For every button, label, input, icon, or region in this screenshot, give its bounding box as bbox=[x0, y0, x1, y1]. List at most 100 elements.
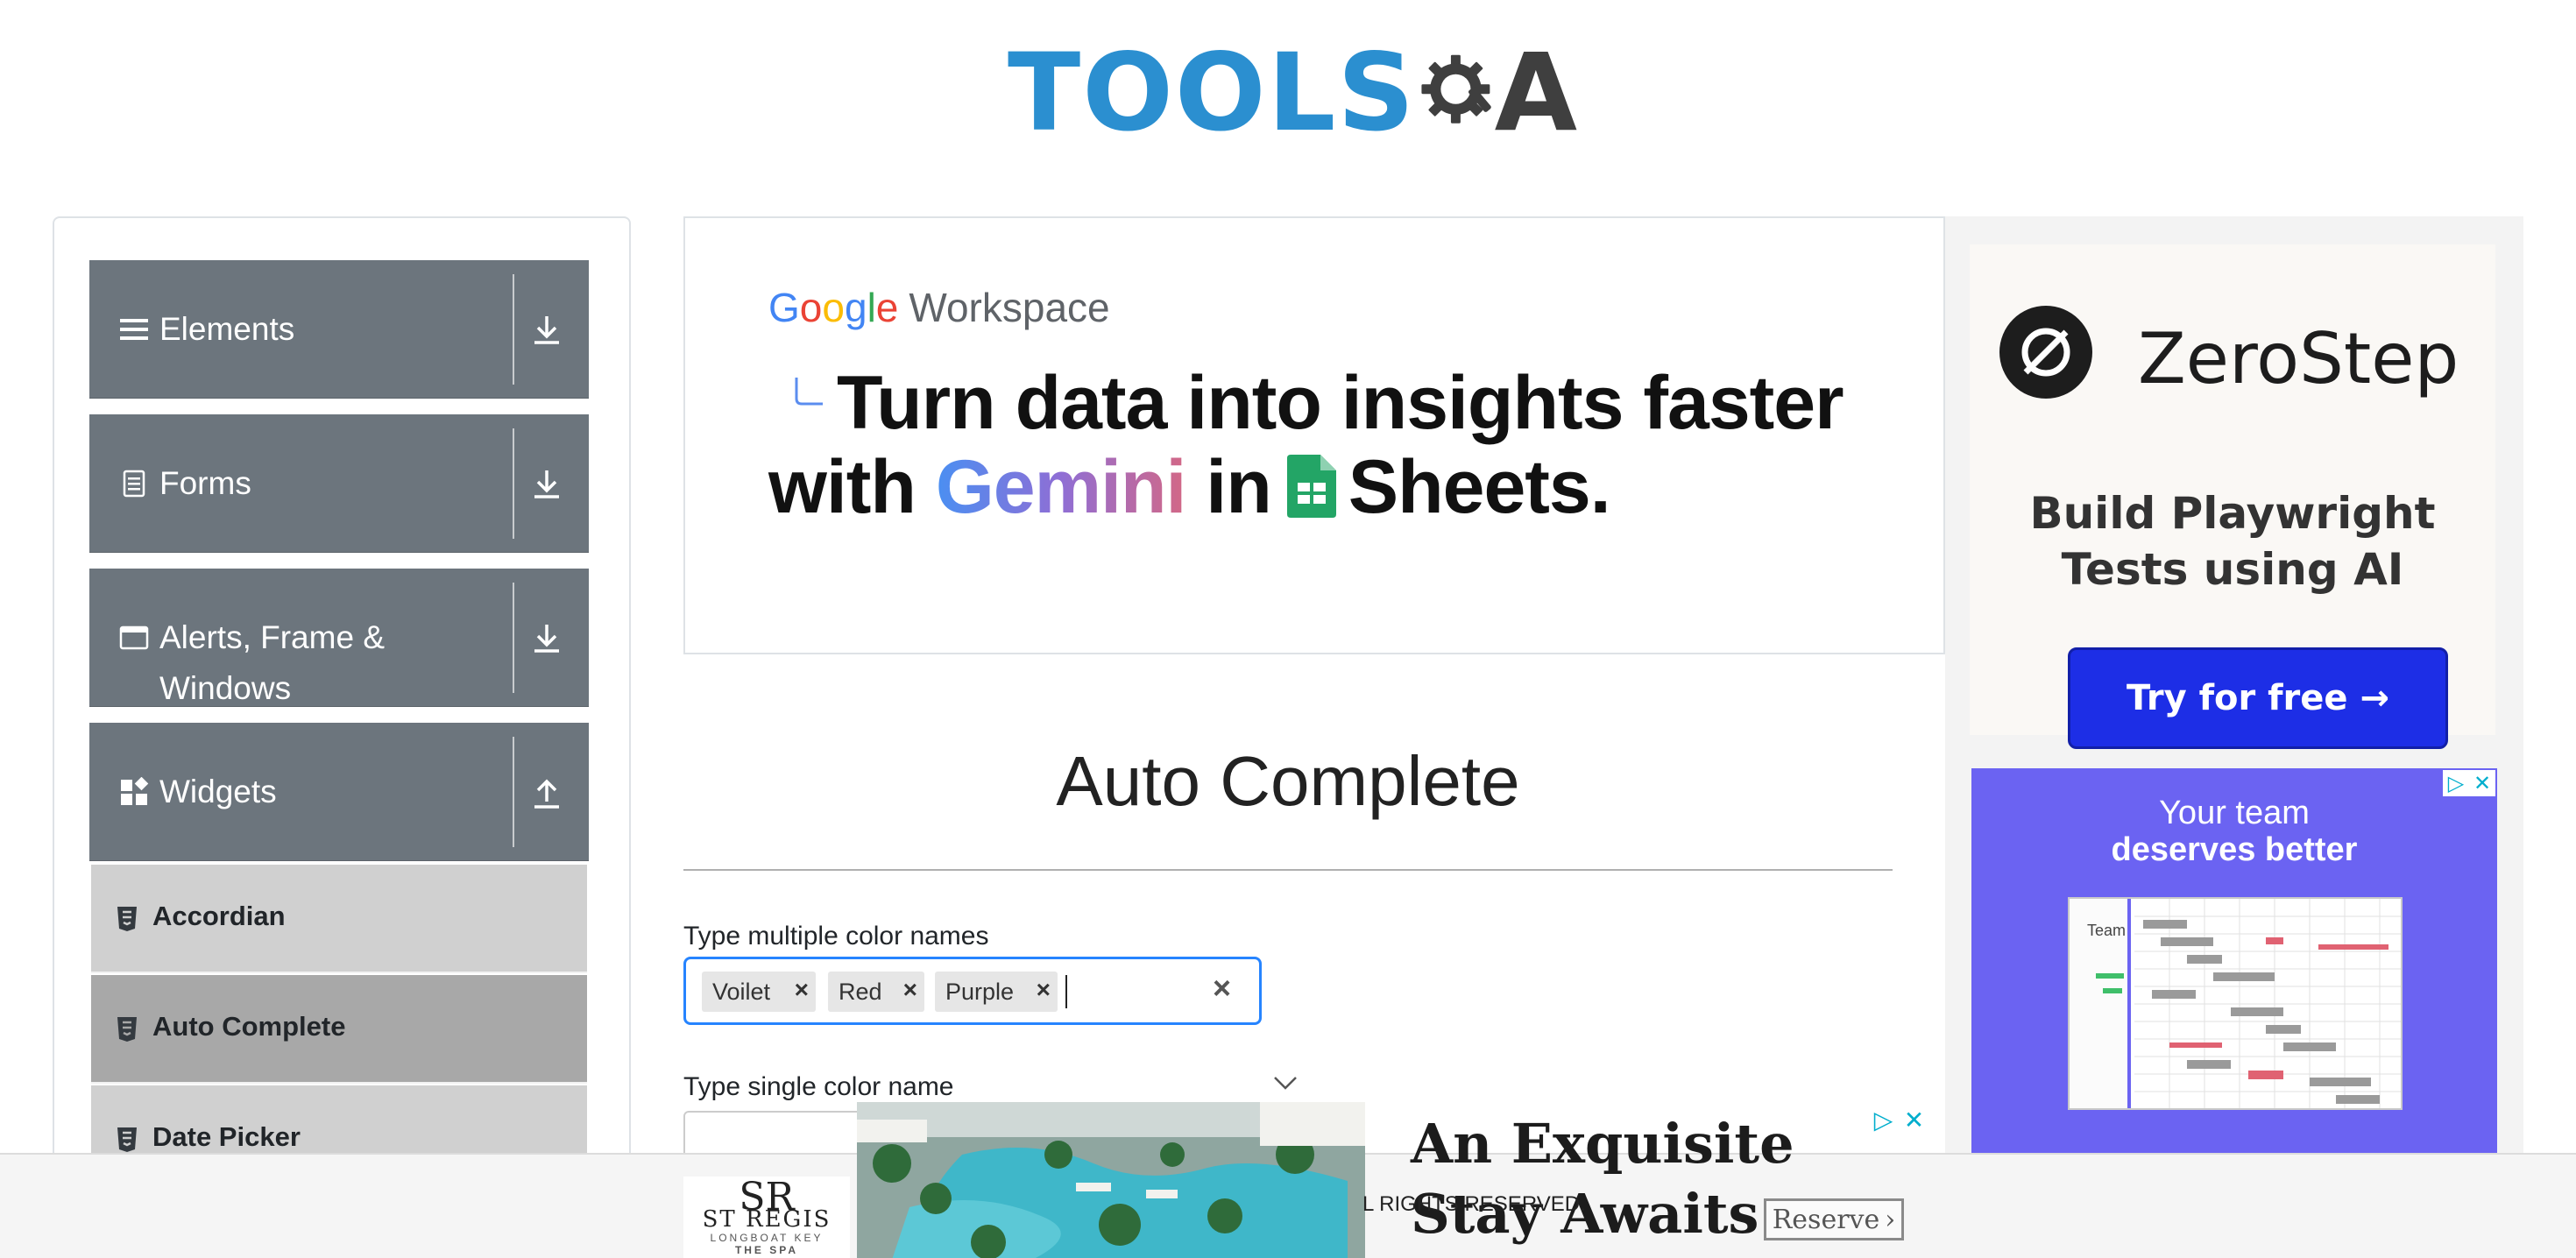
zerostep-tagline: Build Playwright Tests using AI bbox=[1970, 485, 2495, 597]
zerostep-ad[interactable]: ZeroStep Build Playwright Tests using AI… bbox=[1970, 244, 2495, 749]
color-chip: Red × bbox=[828, 972, 924, 1012]
chip-remove-icon[interactable]: × bbox=[903, 976, 917, 1004]
upload-arrow-icon[interactable] bbox=[526, 772, 568, 814]
chip-label: Red bbox=[839, 979, 882, 1005]
hamburger-icon bbox=[120, 319, 148, 340]
adchoices-play-icon[interactable]: ▷ bbox=[1868, 1104, 1899, 1135]
ad-headline: Turn data into insights faster with Gemi… bbox=[768, 361, 1844, 529]
sidebar-group-elements[interactable]: Elements bbox=[89, 260, 589, 399]
color-chip: Purple × bbox=[935, 972, 1058, 1012]
sidebar-group-label-line2: Windows bbox=[159, 670, 292, 706]
headline-line1: An Exquisite bbox=[1411, 1112, 1794, 1176]
headline-line1: Turn data into insights faster bbox=[837, 361, 1844, 445]
headline-in: in bbox=[1206, 445, 1271, 529]
html5-icon bbox=[117, 1017, 137, 1042]
gemini-text: Gemini bbox=[935, 445, 1187, 529]
reserve-button[interactable]: Reserve › bbox=[1764, 1198, 1904, 1240]
brand-letter: o bbox=[822, 285, 845, 330]
brand-letter: G bbox=[768, 285, 800, 330]
divider bbox=[513, 583, 514, 693]
adchoices[interactable]: ▷ ✕ bbox=[2443, 770, 2495, 796]
sidebar-group-label: Forms bbox=[159, 465, 251, 501]
divider bbox=[513, 274, 514, 385]
gear-magnifier-icon bbox=[1421, 54, 1492, 124]
headline-with: with bbox=[768, 445, 916, 529]
logo-suffix: A bbox=[1494, 30, 1577, 155]
st-regis-ad[interactable]: SR ST REGIS LONGBOAT KEY THE SPA An Exqu… bbox=[683, 1102, 1928, 1258]
bottom-banner-ad[interactable]: SR ST REGIS LONGBOAT KEY THE SPA An Exqu… bbox=[0, 1102, 2576, 1258]
color-chip: Voilet × bbox=[702, 972, 816, 1012]
chip-label: Purple bbox=[945, 979, 1015, 1005]
adchoices-play-icon[interactable]: ▷ bbox=[2443, 770, 2469, 796]
page-title: Auto Complete bbox=[1056, 742, 1520, 820]
sidebar-group-label: Elements bbox=[159, 311, 295, 347]
st-regis-spa: THE SPA bbox=[734, 1244, 799, 1256]
brand-letter: l bbox=[867, 285, 876, 330]
multi-color-label: Type multiple color names bbox=[683, 922, 989, 951]
chip-label: Voilet bbox=[712, 979, 771, 1005]
adchoices[interactable]: ▷ ✕ bbox=[1868, 1104, 1929, 1135]
mock-sidebar: Team bbox=[2070, 899, 2131, 1108]
chip-remove-icon[interactable]: × bbox=[795, 976, 809, 1004]
single-color-label: Type single color name bbox=[683, 1072, 954, 1101]
schedule-grid bbox=[2134, 899, 2401, 1108]
ad-close-icon[interactable]: ✕ bbox=[1899, 1104, 1929, 1135]
right-ad-column: ZeroStep Build Playwright Tests using AI… bbox=[1945, 216, 2523, 1258]
divider bbox=[683, 869, 1893, 871]
st-regis-location: LONGBOAT KEY bbox=[710, 1232, 824, 1244]
document-icon bbox=[123, 470, 145, 498]
team-ad-line2: deserves better bbox=[2111, 831, 2358, 868]
zerostep-name: ZeroStep bbox=[2138, 318, 2459, 399]
browser-window-icon bbox=[119, 625, 149, 650]
ad-close-icon[interactable]: ✕ bbox=[2469, 770, 2495, 796]
chevron-down-icon[interactable] bbox=[1272, 1074, 1299, 1092]
sidebar-group-widgets[interactable]: Widgets bbox=[89, 723, 589, 861]
tagline-line2: Tests using AI bbox=[2061, 544, 2404, 595]
multi-color-input[interactable]: Voilet × Red × Purple × × bbox=[683, 957, 1262, 1025]
google-workspace-ad[interactable]: Google Workspace Turn data into insights … bbox=[683, 216, 1945, 654]
team-ad-line1: Your team bbox=[2159, 795, 2310, 831]
google-sheets-icon bbox=[1286, 455, 1336, 518]
download-arrow-icon[interactable] bbox=[526, 618, 568, 660]
logo-text: TOOLS bbox=[1008, 30, 1417, 155]
widgets-icon bbox=[121, 777, 149, 805]
try-for-free-button[interactable]: Try for free → bbox=[2068, 647, 2448, 749]
workspace-label: Workspace bbox=[909, 285, 1110, 330]
sidebar-group-alerts-frame-windows[interactable]: Alerts, Frame & Windows bbox=[89, 569, 589, 707]
headline-sheets: Sheets. bbox=[1348, 445, 1611, 529]
tagline-line1: Build Playwright bbox=[2029, 488, 2436, 539]
sidebar-item-label: Date Picker bbox=[152, 1121, 301, 1152]
text-caret bbox=[1065, 975, 1067, 1008]
divider bbox=[513, 737, 514, 847]
sidebar-item-accordian[interactable]: Accordian bbox=[91, 865, 587, 973]
sidebar-group-label: Widgets bbox=[159, 774, 277, 809]
mock-team-label: Team bbox=[2087, 922, 2127, 939]
sidebar-group-forms[interactable]: Forms bbox=[89, 414, 589, 553]
google-workspace-logo: Google Workspace bbox=[768, 284, 1110, 331]
left-sidebar: Elements Forms Alerts, Frame & Windows W… bbox=[53, 216, 631, 1258]
chip-remove-icon[interactable]: × bbox=[1037, 976, 1051, 1004]
download-arrow-icon[interactable] bbox=[526, 463, 568, 505]
divider bbox=[513, 428, 514, 539]
chevron-right-icon: › bbox=[1885, 1204, 1896, 1235]
resort-photo bbox=[857, 1102, 1365, 1258]
sidebar-item-auto-complete[interactable]: Auto Complete bbox=[91, 975, 587, 1084]
brand-letter: g bbox=[844, 285, 867, 330]
download-arrow-icon[interactable] bbox=[526, 309, 568, 351]
html5-icon bbox=[117, 907, 137, 931]
brand-letter: o bbox=[799, 285, 823, 330]
headline-line2: with Gemini in Sheets. bbox=[768, 445, 1844, 529]
clear-all-icon[interactable]: × bbox=[1213, 970, 1231, 1007]
reserve-label: Reserve bbox=[1772, 1204, 1880, 1235]
schedule-screenshot: Team bbox=[2068, 897, 2403, 1110]
footer-copyright: L RIGHTS RESERVED. bbox=[1362, 1192, 1586, 1216]
sidebar-group-label: Alerts, Frame & bbox=[159, 619, 385, 655]
st-regis-name: ST REGIS bbox=[702, 1206, 832, 1233]
zerostep-logo-icon bbox=[1999, 306, 2092, 399]
sidebar-item-label: Auto Complete bbox=[152, 1011, 346, 1042]
toolsqa-logo[interactable]: TOOLS A bbox=[1008, 25, 1577, 160]
st-regis-wordmark: ST REGIS LONGBOAT KEY THE SPA bbox=[683, 1207, 850, 1256]
brand-letter: e bbox=[875, 285, 899, 330]
html5-icon bbox=[117, 1127, 137, 1152]
sidebar-item-label: Accordian bbox=[152, 901, 286, 931]
